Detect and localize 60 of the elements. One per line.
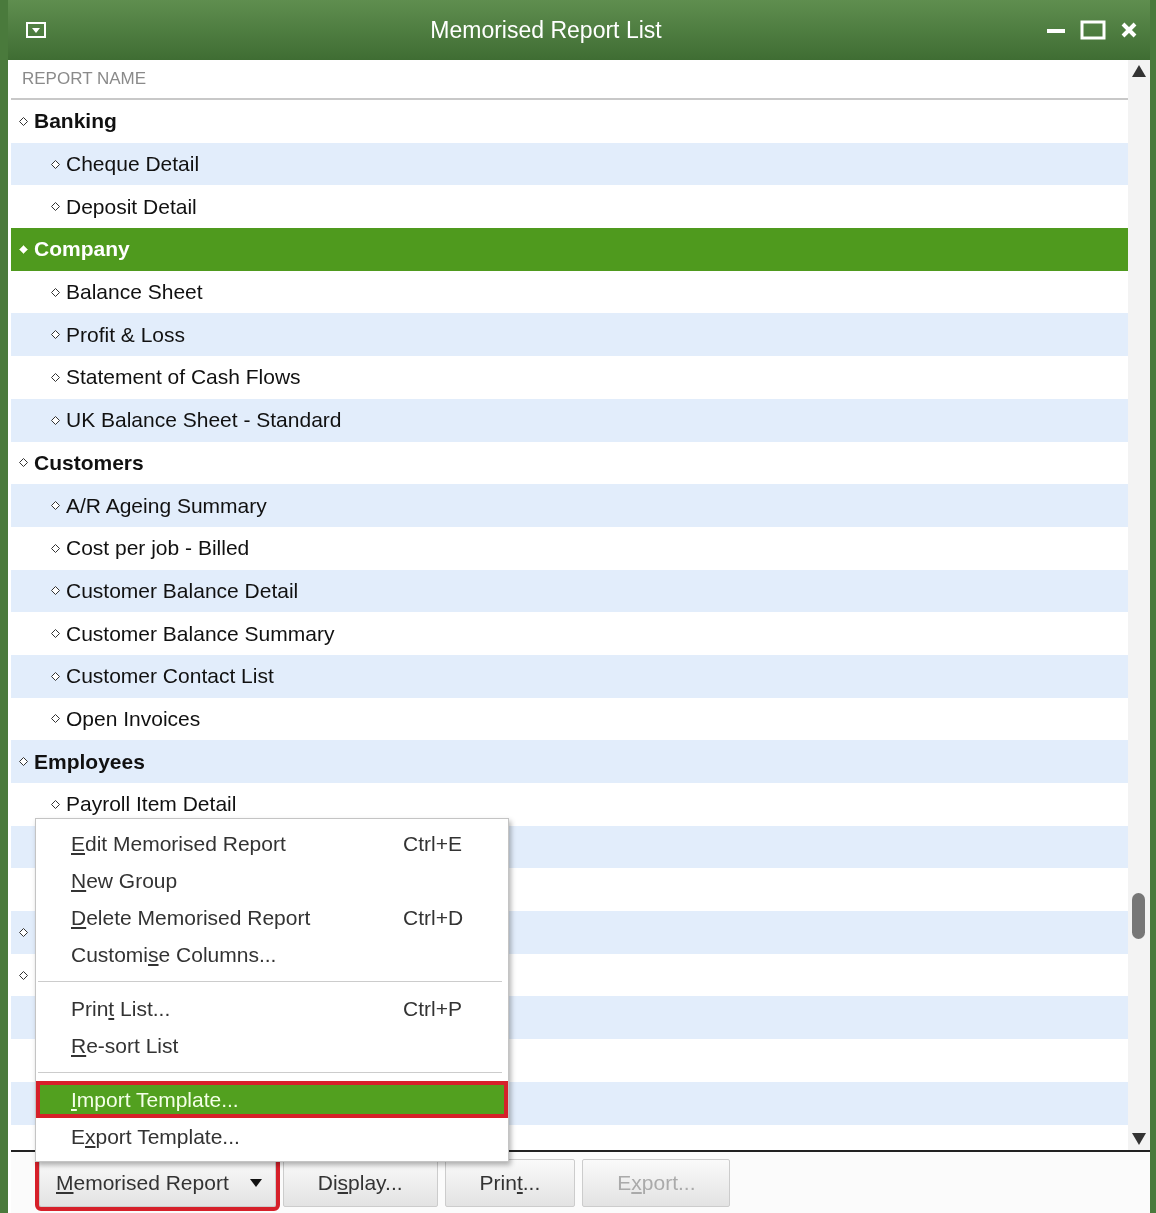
menu-item[interactable]: Customise Columns... xyxy=(36,936,508,973)
report-name: Profit & Loss xyxy=(66,322,186,347)
diamond-icon xyxy=(51,202,60,212)
scroll-up-icon[interactable] xyxy=(1131,64,1147,78)
report-row[interactable]: Customer Balance Detail xyxy=(11,569,1128,613)
window-menu-icon[interactable] xyxy=(26,22,46,38)
report-name: Deposit Detail xyxy=(66,194,197,219)
scroll-down-icon[interactable] xyxy=(1131,1132,1147,1146)
caret-icon xyxy=(248,1177,263,1188)
report-row[interactable]: A/R Ageing Summary xyxy=(11,484,1128,527)
diamond-icon xyxy=(51,330,60,340)
diamond-icon xyxy=(19,116,28,126)
diamond-icon xyxy=(51,714,60,724)
report-name: Employees xyxy=(34,749,145,774)
report-name: Customer Contact List xyxy=(66,664,274,689)
diamond-icon xyxy=(51,287,60,297)
report-name: Balance Sheet xyxy=(66,280,203,305)
diamond-icon xyxy=(51,629,60,639)
menu-item[interactable]: Export Template... xyxy=(36,1118,508,1155)
report-name: Customer Balance Summary xyxy=(66,621,335,646)
diamond-icon xyxy=(19,458,28,468)
diamond-icon xyxy=(51,372,60,382)
menu-item[interactable]: Re-sort List xyxy=(36,1027,508,1064)
report-name: Customers xyxy=(34,450,144,475)
diamond-icon xyxy=(51,159,60,169)
diamond-icon xyxy=(51,586,60,596)
report-name: Customer Balance Detail xyxy=(66,578,299,603)
report-name: Open Invoices xyxy=(66,706,201,731)
report-row[interactable]: UK Balance Sheet - Standard xyxy=(11,398,1128,442)
diamond-icon xyxy=(51,501,60,511)
report-name: Cost per job - Billed xyxy=(66,536,250,561)
menu-item[interactable]: Print List... Ctrl+P xyxy=(36,990,508,1027)
report-row[interactable]: Customer Contact List xyxy=(11,654,1128,698)
report-name: Company xyxy=(34,237,130,262)
menu-item[interactable]: Delete Memorised Report Ctrl+D xyxy=(36,899,508,936)
report-name: Payroll Item Detail xyxy=(66,792,237,817)
maximize-icon[interactable] xyxy=(1080,20,1106,40)
report-name: A/R Ageing Summary xyxy=(66,493,267,518)
report-row[interactable]: Profit & Loss xyxy=(11,313,1128,357)
group-row[interactable]: Company xyxy=(11,228,1128,271)
report-row[interactable]: Cheque Detail xyxy=(11,142,1128,186)
report-name: Statement of Cash Flows xyxy=(66,365,301,390)
diamond-icon xyxy=(19,970,28,980)
diamond-icon xyxy=(51,671,60,681)
diamond-icon xyxy=(19,244,28,254)
close-icon[interactable] xyxy=(1120,21,1138,39)
report-name: UK Balance Sheet - Standard xyxy=(66,408,342,433)
action-button[interactable]: Print... xyxy=(444,1158,576,1207)
menu-item[interactable]: New Group xyxy=(36,862,508,899)
group-row[interactable]: Employees xyxy=(11,740,1128,783)
scroll-thumb[interactable] xyxy=(1132,893,1145,939)
diamond-icon xyxy=(19,927,28,937)
diamond-icon xyxy=(51,543,60,553)
window-title: Memorised Report List xyxy=(429,16,663,44)
scrollbar[interactable] xyxy=(1128,60,1150,1150)
report-name: Banking xyxy=(34,109,117,134)
report-name: Cheque Detail xyxy=(66,152,200,177)
diamond-icon xyxy=(51,799,60,809)
diamond-icon xyxy=(51,415,60,425)
diamond-icon xyxy=(19,757,28,767)
